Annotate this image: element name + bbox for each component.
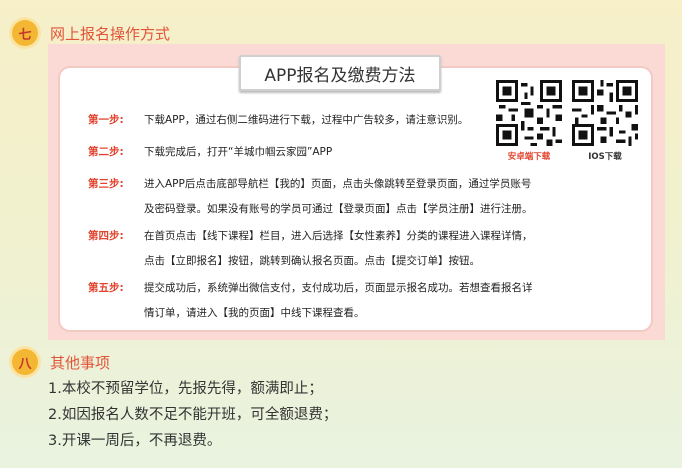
- section-8-header: 八 其他事项: [12, 349, 110, 375]
- step-4-text-line-1: 在首页点击【线下课程】栏目，进入后选择【女性素养】分类的课程进入课程详情，: [144, 230, 533, 242]
- step-1-text: 下载APP，通过右侧二维码进行下载，过程中广告较多，请注意识别。: [144, 114, 469, 126]
- step-4-text-line-2: 点击【立即报名】按钮，跳转到确认报名页面。点击【提交订单】按钮。: [144, 255, 480, 267]
- step-2-text: 下载完成后，打开“羊城巾帼云家园”APP: [144, 146, 333, 158]
- section-7-title: 网上报名操作方式: [50, 24, 171, 43]
- step-4-label: 第四步:: [88, 230, 124, 242]
- step-3-text-line-1: 进入APP后点击底部导航栏【我的】页面，点击头像跳转至登录页面，通过学员账号: [144, 178, 532, 190]
- android-qr-caption: 安卓端下载: [507, 152, 551, 162]
- ios-qr-code[interactable]: [572, 80, 638, 146]
- section-8-badge: 八: [12, 349, 38, 375]
- android-qr-code[interactable]: [496, 80, 562, 146]
- step-2-label: 第二步:: [88, 146, 124, 158]
- step-5-text-line-1: 提交成功后，系统弹出微信支付，支付成功后，页面显示报名成功。若想查看报名详: [144, 282, 533, 294]
- section-8-title: 其他事项: [50, 353, 111, 372]
- step-1-label: 第一步:: [88, 114, 124, 126]
- notice-item-3: 3.开课一周后，不再退费。: [48, 433, 222, 449]
- notice-item-2: 2.如因报名人数不足不能开班，可全额退费；: [48, 407, 338, 423]
- section-7-header: 七 网上报名操作方式: [12, 20, 170, 46]
- step-5-text-line-2: 情订单，请进入【我的页面】中线下课程查看。: [144, 307, 365, 319]
- step-5-label: 第五步:: [88, 282, 124, 294]
- ios-qr-caption: IOS下载: [588, 152, 622, 162]
- card-title: APP报名及缴费方法: [239, 55, 441, 91]
- section-7-badge: 七: [12, 20, 38, 46]
- qr-code-icon: [572, 80, 638, 146]
- qr-code-icon: [496, 80, 562, 146]
- instructions-card: 第一步: 下载APP，通过右侧二维码进行下载，过程中广告较多，请注意识别。 第二…: [60, 68, 651, 330]
- step-3-label: 第三步:: [88, 178, 124, 190]
- app-instructions-panel: APP报名及缴费方法 第一步: 下载APP，通过右侧二维码进行下载，过程中广告较…: [48, 44, 665, 340]
- step-3-text-line-2: 及密码登录。如果没有账号的学员可通过【登录页面】点击【学员注册】进行注册。: [144, 203, 533, 215]
- notice-item-1: 1.本校不预留学位，先报先得，额满即止；: [48, 381, 323, 397]
